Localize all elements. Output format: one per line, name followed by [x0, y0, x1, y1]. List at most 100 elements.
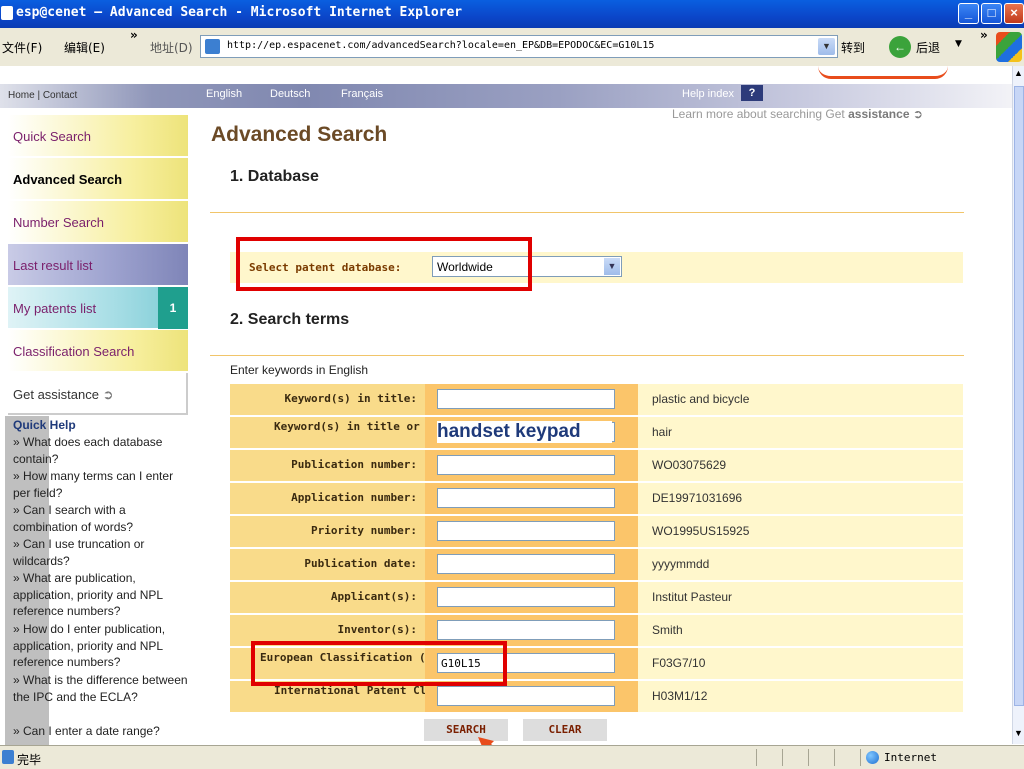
field-example: WO03075629	[652, 458, 727, 472]
field-label: Inventor(s):	[337, 623, 417, 636]
enter-keywords-note: Enter keywords in English	[230, 363, 369, 377]
field-example: H03M1/12	[652, 689, 708, 703]
learn-more-text: Learn more about searching Get assistanc…	[672, 107, 923, 121]
status-text: 完毕	[17, 753, 42, 767]
sidebar-item-my-patents-list[interactable]: My patents list 1	[8, 287, 188, 329]
divider	[210, 355, 964, 356]
back-button[interactable]: 后退	[916, 39, 940, 56]
field-row-application-number: Application number: DE19971031696	[230, 483, 963, 514]
page-icon	[205, 39, 220, 54]
sidebar-item-number-search[interactable]: Number Search	[8, 201, 188, 243]
field-example: plastic and bicycle	[652, 392, 750, 406]
field-label: Publication number:	[291, 458, 417, 471]
section-database-heading: 1. Database	[230, 168, 319, 185]
inventor-input[interactable]	[437, 620, 615, 640]
field-example: yyyymmdd	[652, 557, 710, 571]
keyword-title-input[interactable]	[437, 389, 615, 409]
field-example: Smith	[652, 623, 683, 637]
go-button[interactable]: 转到	[841, 39, 865, 56]
help-link[interactable]: » Can I enter a date range?	[13, 723, 193, 740]
arrow-circle-icon: ➲	[102, 387, 114, 402]
site-header: Home | Contact English Deutsch Français …	[0, 66, 1014, 108]
annotation-highlight-ecla	[251, 641, 507, 686]
field-row-priority-number: Priority number: WO1995US15925	[230, 516, 963, 547]
quick-help-panel: Quick Help » What does each database con…	[5, 416, 190, 746]
help-link[interactable]: » What is the difference between the IPC…	[13, 672, 193, 705]
field-row-keyword-title: Keyword(s) in title: plastic and bicycle	[230, 384, 963, 415]
help-link[interactable]: » What are publication, application, pri…	[13, 570, 193, 620]
lang-deutsch[interactable]: Deutsch	[270, 88, 310, 100]
quick-help-title: Quick Help	[13, 418, 76, 432]
back-arrow-icon[interactable]: ←	[889, 36, 911, 58]
ie-page-icon	[1, 6, 13, 20]
close-button[interactable]: ×	[1004, 3, 1024, 24]
address-bar[interactable]: http://ep.espacenet.com/advancedSearch?l…	[200, 35, 838, 58]
field-label: Keyword(s) in title:	[284, 392, 417, 405]
chevron-down-icon[interactable]: ▼	[604, 258, 620, 275]
field-example: F03G7/10	[652, 656, 706, 670]
sidebar-item-last-result-list[interactable]: Last result list	[8, 244, 188, 286]
vertical-scrollbar[interactable]: ▲ ▼	[1012, 66, 1024, 744]
maximize-button[interactable]: □	[981, 3, 1002, 24]
scroll-down-icon[interactable]: ▼	[1014, 728, 1023, 738]
sidebar-item-advanced-search[interactable]: Advanced Search	[8, 158, 188, 200]
address-dropdown-icon[interactable]: ▼	[818, 38, 835, 55]
annotation-highlight-database	[236, 237, 532, 291]
address-url[interactable]: http://ep.espacenet.com/advancedSearch?l…	[227, 40, 654, 51]
field-label: Publication date:	[304, 557, 417, 570]
title-bar: esp@cenet — Advanced Search - Microsoft …	[0, 0, 1024, 28]
toolbar-overflow-icon[interactable]: »	[980, 28, 988, 42]
publication-date-input[interactable]	[437, 554, 615, 574]
scroll-up-icon[interactable]: ▲	[1014, 68, 1023, 78]
priority-number-input[interactable]	[437, 521, 615, 541]
help-index-link[interactable]: Help index	[682, 88, 734, 100]
field-label: Applicant(s):	[330, 590, 417, 603]
ipc-input[interactable]	[437, 686, 615, 706]
sidebar-item-quick-search[interactable]: Quick Search	[8, 115, 188, 157]
menu-edit[interactable]: 编辑(E)	[64, 39, 105, 56]
menu-file[interactable]: 文件(F)	[2, 39, 42, 56]
help-link[interactable]: » How do I enter publication, applicatio…	[13, 621, 193, 671]
field-example: WO1995US15925	[652, 524, 750, 538]
help-link[interactable]: » How many terms can I enter per field?	[13, 468, 193, 501]
field-row-publication-number: Publication number: WO03075629	[230, 450, 963, 481]
help-link[interactable]: » Can I use truncation or wildcards?	[13, 536, 193, 569]
field-label: Application number:	[291, 491, 417, 504]
assistance-link[interactable]: assistance	[848, 107, 909, 121]
clear-button[interactable]: CLEAR	[523, 719, 607, 741]
window-title: esp@cenet — Advanced Search - Microsoft …	[16, 5, 463, 20]
arrow-circle-icon[interactable]: ➲	[913, 107, 923, 121]
sidebar-item-get-assistance[interactable]: Get assistance ➲	[8, 373, 188, 415]
address-label: 地址(D)	[150, 41, 193, 55]
help-question-icon[interactable]: ?	[741, 85, 763, 101]
handset-keypad-overlay: handset keypad	[437, 421, 612, 443]
publication-number-input[interactable]	[437, 455, 615, 475]
field-label: Keyword(s) in title or abstract:	[274, 420, 486, 433]
minimize-button[interactable]: _	[958, 3, 979, 24]
lang-english[interactable]: English	[206, 88, 242, 100]
lang-francais[interactable]: Français	[341, 88, 383, 100]
applicant-input[interactable]	[437, 587, 615, 607]
home-contact-link[interactable]: Home | Contact	[8, 90, 77, 101]
divider	[210, 212, 964, 213]
field-row-publication-date: Publication date: yyyymmdd	[230, 549, 963, 580]
help-link[interactable]: » What does each database contain?	[13, 434, 193, 467]
page-done-icon	[2, 750, 14, 764]
espacenet-logo	[818, 66, 948, 79]
sidebar-item-classification-search[interactable]: Classification Search	[8, 330, 188, 372]
windows-logo-icon	[996, 32, 1022, 62]
field-row-applicant: Applicant(s): Institut Pasteur	[230, 582, 963, 613]
application-number-input[interactable]	[437, 488, 615, 508]
page-title: Advanced Search	[211, 123, 388, 146]
scrollbar-thumb[interactable]	[1014, 86, 1024, 706]
help-link[interactable]: » Can I search with a combination of wor…	[13, 502, 193, 535]
field-example: DE19971031696	[652, 491, 743, 505]
section-search-terms-heading: 2. Search terms	[230, 311, 350, 328]
back-dropdown-icon[interactable]: ▼	[955, 39, 962, 49]
header-strip	[0, 84, 1014, 108]
globe-icon	[866, 751, 879, 764]
status-bar: 完毕 Internet	[0, 745, 1024, 769]
patents-count-badge: 1	[158, 287, 188, 329]
field-example: hair	[652, 425, 673, 439]
menu-overflow-icon[interactable]: »	[130, 28, 138, 42]
